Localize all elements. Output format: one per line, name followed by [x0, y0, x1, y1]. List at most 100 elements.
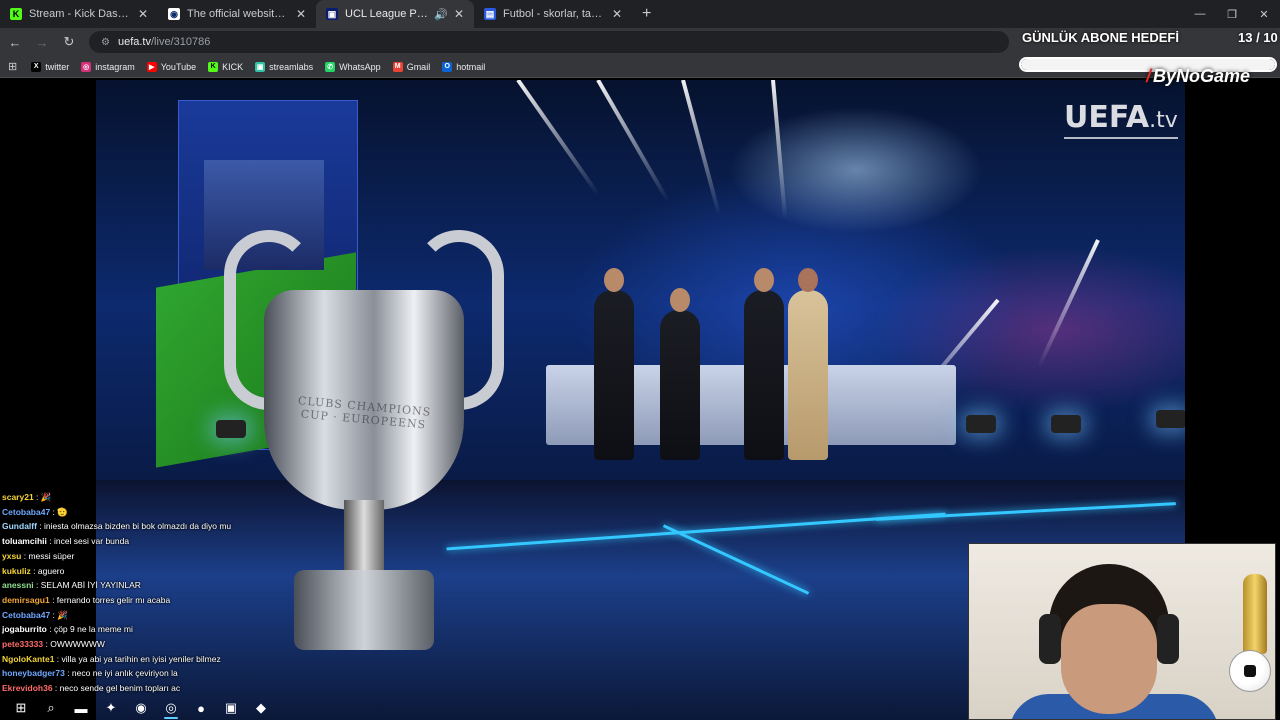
- kick-icon: K: [10, 8, 22, 20]
- tab-ucl-draw[interactable]: ▣ UCL League Phase Draw 🔊 ✕: [316, 0, 474, 28]
- bookmark-gmail[interactable]: M Gmail: [392, 61, 431, 72]
- restore-icon[interactable]: ❐: [1216, 0, 1248, 28]
- chat-text: : 🎉: [33, 492, 52, 502]
- bookmark-whatsapp[interactable]: ✆ WhatsApp: [325, 61, 381, 72]
- tab-title: Stream - Kick Dashboard: [29, 8, 132, 20]
- logo-main: UEFA: [1064, 100, 1150, 135]
- taskbar: ⊞ ⌕ ▬ ✦ ◉ ◎ ● ▣ ◆: [0, 696, 340, 720]
- outlook-icon: O: [442, 61, 453, 72]
- address-bar[interactable]: ⚙ uefa.tv/live/310786: [89, 31, 1009, 53]
- reload-icon[interactable]: ↻: [57, 30, 81, 54]
- chat-message: toluamcihii : incel sesi var bunda: [2, 534, 482, 549]
- bookmark-kick[interactable]: K KICK: [208, 61, 243, 72]
- url-path: /live/310786: [151, 36, 211, 48]
- window-controls: — ❐ ✕: [1184, 0, 1280, 28]
- forward-arrow-icon[interactable]: →: [30, 30, 54, 54]
- chat-message: jogaburrito : çöp 9 ne la meme mi: [2, 622, 482, 637]
- bookmark-twitter[interactable]: Xtwitter: [31, 61, 69, 72]
- spotify-icon[interactable]: ●: [186, 697, 216, 719]
- close-window-icon[interactable]: ✕: [1248, 0, 1280, 28]
- chat-message: Cetobaba47 : 🫡: [2, 505, 482, 520]
- chat-text: : neco ne iyi anlık çeviriyon la: [64, 668, 178, 679]
- x-icon: X: [31, 61, 42, 72]
- chat-overlay: scary21 : 🎉 Cetobaba47 : 🫡 Gundalff : inie…: [2, 490, 482, 720]
- bynogame-icon: /: [1146, 66, 1152, 86]
- bookmark-label: streamlabs: [269, 61, 314, 72]
- chat-message: Ekrevidoh36 : neco sende gel benim topla…: [2, 681, 482, 696]
- url-host: uefa.tv: [117, 36, 151, 48]
- spotlight-beam: [596, 80, 670, 203]
- bookmark-instagram[interactable]: ◎ instagram: [81, 61, 135, 72]
- new-tab-button[interactable]: +: [632, 0, 661, 28]
- bookmark-youtube[interactable]: ▶ YouTube: [146, 61, 197, 72]
- sponsor-name: ByNoGame: [1153, 66, 1251, 86]
- close-tab-icon[interactable]: ✕: [454, 7, 464, 21]
- generic-app-icon[interactable]: ◆: [246, 697, 276, 719]
- tab-title: The official website for European: [187, 8, 290, 20]
- close-tab-icon[interactable]: ✕: [138, 7, 148, 21]
- bookmark-label: YouTube: [160, 61, 197, 72]
- streaming-app-icon[interactable]: ▣: [216, 697, 246, 719]
- apps-grid-icon[interactable]: ⊞: [8, 60, 17, 73]
- uefa-tv-icon: ▣: [326, 8, 338, 20]
- chat-text: : fernando torres gelir mı acaba: [49, 594, 171, 605]
- windows-start-icon[interactable]: ⊞: [6, 697, 36, 719]
- close-tab-icon[interactable]: ✕: [296, 7, 306, 21]
- app-icon[interactable]: ✦: [96, 697, 126, 719]
- presenter-on-stage: [788, 268, 828, 460]
- discord-icon[interactable]: ◉: [126, 697, 156, 719]
- bookmark-streamlabs[interactable]: ▣ streamlabs: [255, 61, 314, 72]
- gmail-icon: M: [392, 61, 403, 72]
- site-info-icon[interactable]: ⚙: [101, 37, 110, 48]
- bookmark-hotmail[interactable]: Ohotmail: [442, 61, 485, 72]
- close-tab-icon[interactable]: ✕: [612, 7, 622, 21]
- chat-username: toluamcihii: [2, 536, 47, 547]
- tab-title: UCL League Phase Draw: [345, 8, 430, 20]
- sub-goal-title: GÜNLÜK ABONE HEDEFİ: [1022, 30, 1179, 45]
- chat-text: : iniesta olmazsa bizden bi bok olmazdı …: [36, 521, 232, 532]
- logo-suffix: .tv: [1149, 108, 1178, 133]
- football: [1229, 650, 1271, 692]
- chat-text: : 🎉: [50, 609, 68, 620]
- chat-message: scary21 : 🎉: [2, 490, 482, 505]
- stage-light: [966, 415, 996, 433]
- chat-username: pete33333: [2, 639, 44, 650]
- search-icon[interactable]: ⌕: [36, 697, 66, 719]
- back-arrow-icon[interactable]: ←: [3, 30, 27, 54]
- stage-light: [216, 420, 246, 438]
- person-on-stage: [744, 268, 784, 460]
- file-explorer-icon[interactable]: ▬: [66, 697, 96, 719]
- sub-goal-count: 13 / 10: [1238, 30, 1278, 45]
- bookmark-label: Gmail: [406, 61, 431, 72]
- speaker-icon[interactable]: 🔊: [434, 8, 448, 21]
- kick-icon: K: [208, 61, 219, 72]
- sponsor-logo: / ByNoGame: [1146, 66, 1250, 87]
- chat-message: honeybadger73 : neco ne iyi anlık çeviri…: [2, 666, 482, 681]
- chrome-icon[interactable]: ◎: [156, 697, 186, 719]
- chat-username: NgoloKante1: [2, 653, 55, 664]
- tab-uefa-website[interactable]: ◉ The official website for European ✕: [158, 0, 316, 28]
- chat-message: anessni : SELAM ABİ İYİ YAYINLAR: [2, 578, 482, 593]
- chat-text: : messi süper: [21, 550, 75, 561]
- chat-username: anessni: [2, 580, 34, 591]
- minimize-icon[interactable]: —: [1184, 0, 1216, 28]
- streamlabs-icon: ▣: [255, 61, 266, 72]
- spotlight-beam: [516, 80, 600, 196]
- tab-kick-dashboard[interactable]: K Stream - Kick Dashboard ✕: [0, 0, 158, 28]
- tab-futbol[interactable]: ▤ Futbol - skorlar, takvim & oranl ✕: [474, 0, 632, 28]
- chat-message: Gundalff : iniesta olmazsa bizden bi bok…: [2, 519, 482, 534]
- chat-text: : incel sesi var bunda: [46, 536, 130, 547]
- person-on-stage: [660, 288, 700, 460]
- chat-username: kukuliz: [2, 565, 31, 576]
- chat-text: : 🫡: [50, 506, 68, 517]
- stage-light: [1051, 415, 1081, 433]
- headphone-icon: [1039, 614, 1061, 664]
- chat-message: demirsagu1 : fernando torres gelir mı ac…: [2, 593, 482, 608]
- stage-light: [1156, 410, 1185, 428]
- chat-message: Cetobaba47 : 🎉: [2, 608, 482, 623]
- chat-text: : aguero: [30, 565, 65, 576]
- chat-text: : villa ya abi ya tarihin en iyisi yenil…: [54, 653, 221, 664]
- chat-message: NgoloKante1 : villa ya abi ya tarihin en…: [2, 652, 482, 667]
- bookmark-label: WhatsApp: [339, 61, 381, 72]
- chat-username: Cetobaba47: [2, 506, 51, 517]
